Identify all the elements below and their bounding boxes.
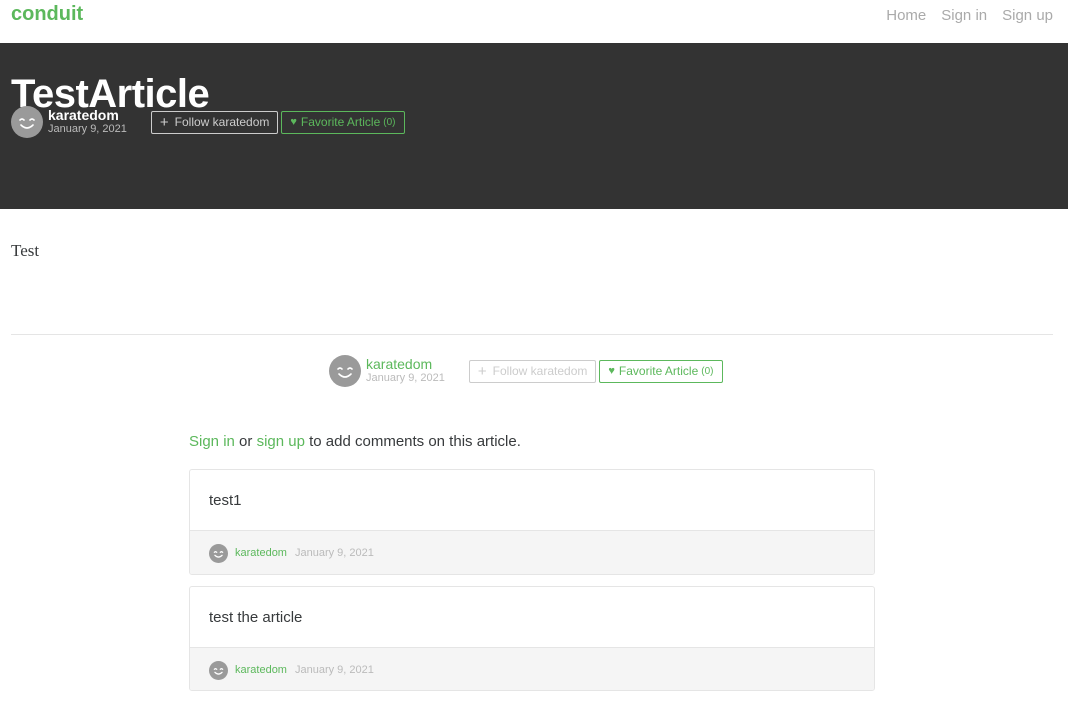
smiley-avatar-icon[interactable]	[11, 106, 43, 138]
brand-logo[interactable]: conduit	[11, 3, 83, 26]
article-date: January 9, 2021	[48, 123, 127, 135]
comment-author-link[interactable]: karatedom	[235, 547, 287, 559]
plus-icon: +	[477, 362, 487, 380]
or-text: or	[239, 433, 253, 450]
comment-card: test the article karatedom January 9, 20…	[189, 586, 875, 691]
follow-label: Follow karatedom	[174, 115, 270, 129]
article-meta-bottom: karatedom January 9, 2021 + Follow karat…	[329, 355, 726, 387]
smiley-avatar-icon[interactable]	[209, 660, 228, 680]
comment-text: test1	[190, 470, 874, 531]
smiley-avatar-icon[interactable]	[209, 543, 228, 563]
sign-up-link[interactable]: sign up	[257, 433, 305, 450]
sign-in-link[interactable]: Sign in	[189, 433, 235, 450]
comment-date: January 9, 2021	[294, 547, 374, 559]
nav-links: Home Sign in Sign up	[886, 7, 1053, 24]
comment-date: January 9, 2021	[294, 664, 374, 676]
favorite-label: Favorite Article	[618, 364, 699, 378]
follow-label: Follow karatedom	[492, 364, 588, 378]
article-date: January 9, 2021	[366, 372, 445, 384]
author-link[interactable]: karatedom	[48, 108, 127, 123]
author-info: karatedom January 9, 2021	[366, 357, 445, 385]
nav-link-sign-in[interactable]: Sign in	[941, 7, 987, 24]
follow-button[interactable]: + Follow karatedom	[468, 359, 597, 383]
comment-footer: karatedom January 9, 2021	[190, 648, 874, 690]
article-body: Test	[11, 241, 40, 260]
comment-text: test the article	[190, 587, 874, 648]
comment-footer: karatedom January 9, 2021	[190, 531, 874, 574]
article-meta-top: karatedom January 9, 2021 + Follow karat…	[11, 106, 408, 138]
plus-icon: +	[159, 113, 169, 131]
favorite-label: Favorite Article	[300, 115, 381, 129]
nav-link-sign-up[interactable]: Sign up	[1002, 7, 1053, 24]
comment-author-link[interactable]: karatedom	[235, 664, 287, 676]
favorite-button[interactable]: ♥ Favorite Article (0)	[281, 110, 405, 134]
divider	[11, 334, 1053, 335]
navbar: conduit Home Sign in Sign up	[0, 0, 1068, 43]
follow-button[interactable]: + Follow karatedom	[150, 110, 279, 134]
favorite-count: (0)	[701, 365, 714, 377]
author-link[interactable]: karatedom	[366, 357, 445, 372]
author-info: karatedom January 9, 2021	[48, 108, 127, 136]
smiley-avatar-icon[interactable]	[329, 355, 361, 387]
sign-in-suffix: to add comments on this article.	[309, 433, 521, 450]
favorite-button[interactable]: ♥ Favorite Article (0)	[599, 359, 723, 383]
sign-in-prompt: Sign in or sign up to add comments on th…	[189, 433, 521, 450]
favorite-count: (0)	[383, 116, 396, 128]
heart-icon: ♥	[290, 116, 297, 128]
heart-icon: ♥	[608, 365, 615, 377]
comment-card: test1 karatedom January 9, 2021	[189, 469, 875, 575]
nav-link-home[interactable]: Home	[886, 7, 926, 24]
